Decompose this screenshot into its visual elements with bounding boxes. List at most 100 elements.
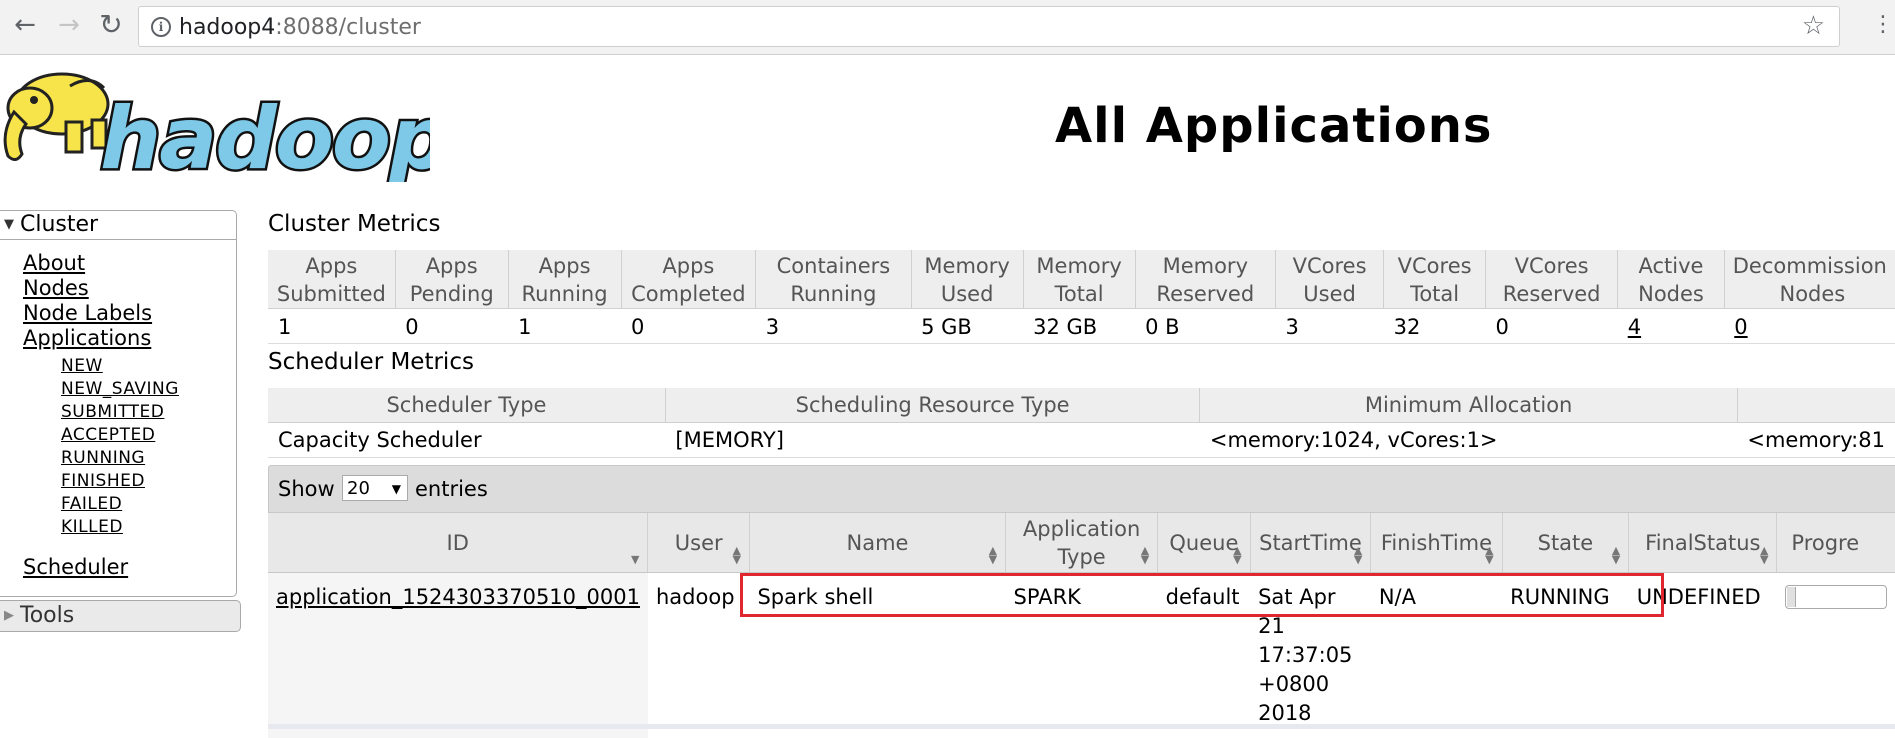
start-time-line: +0800 (1258, 672, 1329, 696)
state-cell: RUNNING (1502, 573, 1629, 738)
url-text[interactable]: hadoop4:8088/cluster (179, 15, 421, 40)
sidebar-state-killed[interactable]: KILLED (61, 517, 123, 537)
column-queue[interactable]: Queue▲▼ (1158, 513, 1250, 573)
metric-value: 32 GB (1023, 309, 1135, 344)
application-id-link[interactable]: application_1524303370510_0001 (276, 585, 640, 609)
column-final-status[interactable]: FinalStatus▲▼ (1629, 513, 1777, 573)
scheduler-metrics-table: Scheduler Type Scheduling Resource Type … (268, 388, 1895, 458)
metric-header: AppsRunning (508, 250, 621, 309)
bookmark-star-icon[interactable]: ☆ (1802, 11, 1825, 41)
applications-table: ID▼ User▲▼ Name▲▼ ApplicationType▲▼ Queu… (268, 513, 1895, 738)
metric-value: 0 B (1135, 309, 1275, 344)
start-time-line: Sat Apr (1258, 585, 1335, 609)
sort-icon: ▲▼ (1485, 546, 1493, 564)
start-time-cell: Sat Apr 21 17:37:05 +0800 2018 (1250, 573, 1371, 738)
browser-toolbar: ← → ↻ i hadoop4:8088/cluster ☆ ⋮ (0, 0, 1895, 55)
sort-icon: ▲▼ (1612, 546, 1620, 564)
url-path: :8088/cluster (275, 15, 421, 40)
applications-header-row: ID▼ User▲▼ Name▲▼ ApplicationType▲▼ Queu… (268, 513, 1895, 573)
sidebar-tools-header[interactable]: ▶Tools (0, 600, 241, 632)
metric-header: AppsSubmitted (268, 250, 395, 309)
column-application-type[interactable]: ApplicationType▲▼ (1006, 513, 1158, 573)
address-bar[interactable]: i hadoop4:8088/cluster ☆ (138, 6, 1840, 47)
column-start-time[interactable]: StartTime▲▼ (1250, 513, 1371, 573)
finish-time-cell: N/A (1371, 573, 1502, 738)
maximum-allocation-value: <memory:81 (1737, 423, 1895, 458)
application-type-cell: SPARK (1006, 573, 1158, 738)
scheduler-type-value: Capacity Scheduler (268, 423, 665, 458)
info-icon[interactable]: i (151, 17, 171, 37)
sidebar-link-nodes[interactable]: Nodes (23, 276, 89, 300)
minimum-allocation-value: <memory:1024, vCores:1> (1200, 423, 1738, 458)
metric-value: 3 (756, 309, 911, 344)
scheduler-header-row: Scheduler Type Scheduling Resource Type … (268, 388, 1895, 423)
metric-value: 3 (1275, 309, 1383, 344)
sidebar-link-about[interactable]: About (23, 251, 85, 275)
metric-header: ActiveNodes (1618, 250, 1725, 309)
column-user[interactable]: User▲▼ (648, 513, 749, 573)
sidebar-state-new[interactable]: NEW (61, 356, 103, 376)
logo-wordmark: hadoop (100, 89, 430, 182)
scheduler-value-row: Capacity Scheduler [MEMORY] <memory:1024… (268, 423, 1895, 458)
cluster-metrics-header-row: AppsSubmitted AppsPending AppsRunning Ap… (268, 250, 1895, 309)
show-label: Show (278, 466, 335, 512)
metric-header: VCoresUsed (1275, 250, 1383, 309)
sort-icon: ▲▼ (1760, 546, 1768, 564)
scheduler-type-header: Scheduler Type (268, 388, 665, 423)
expanded-triangle-icon: ▼ (4, 211, 14, 239)
chevron-down-icon: ▼ (392, 476, 401, 502)
back-arrow-icon[interactable]: ← (10, 10, 40, 40)
sidebar-state-failed[interactable]: FAILED (61, 494, 122, 514)
sidebar-cluster-panel: ▼Cluster About Nodes Node Labels Applica… (0, 210, 237, 597)
sidebar-state-running[interactable]: RUNNING (61, 448, 145, 468)
metric-header: Decommission Nodes (1724, 250, 1895, 309)
active-nodes-link[interactable]: 4 (1618, 309, 1725, 344)
column-progress[interactable]: Progre (1777, 513, 1895, 573)
progress-cell (1777, 573, 1895, 738)
applications-panel: Show 20▼ entries ID▼ User▲▼ Name▲▼ Appli… (268, 465, 1895, 729)
sidebar-state-finished[interactable]: FINISHED (61, 471, 145, 491)
metric-value: 0 (1486, 309, 1618, 344)
user-cell: hadoop (648, 573, 749, 738)
url-host: hadoop4 (179, 15, 275, 40)
column-finish-time[interactable]: FinishTime▲▼ (1371, 513, 1502, 573)
final-status-cell: UNDEFINED (1629, 573, 1777, 738)
cluster-metrics-table: AppsSubmitted AppsPending AppsRunning Ap… (268, 250, 1895, 344)
sidebar-state-accepted[interactable]: ACCEPTED (61, 425, 155, 445)
metric-header: MemoryUsed (911, 250, 1023, 309)
sort-icon: ▲▼ (1233, 546, 1241, 564)
name-cell: Spark shell (749, 573, 1005, 738)
hadoop-elephant-icon: hadoop (0, 64, 430, 182)
start-time-line: 17:37:05 (1258, 643, 1352, 667)
maximum-allocation-header (1737, 388, 1895, 423)
sort-icon: ▲▼ (989, 546, 997, 564)
metric-header: MemoryReserved (1135, 250, 1275, 309)
cluster-metrics-value-row: 1 0 1 0 3 5 GB 32 GB 0 B 3 32 0 4 0 (268, 309, 1895, 344)
sidebar-cluster-header[interactable]: ▼Cluster (0, 211, 236, 240)
metric-header: VCoresTotal (1384, 250, 1486, 309)
column-name[interactable]: Name▲▼ (749, 513, 1005, 573)
sidebar-state-submitted[interactable]: SUBMITTED (61, 402, 164, 422)
forward-arrow-icon[interactable]: → (54, 10, 84, 40)
table-bottom-strip (268, 724, 1895, 729)
reload-icon[interactable]: ↻ (96, 10, 126, 40)
column-state[interactable]: State▲▼ (1502, 513, 1629, 573)
sidebar-state-new-saving[interactable]: NEW_SAVING (61, 379, 179, 399)
browser-menu-icon[interactable]: ⋮ (1872, 12, 1892, 40)
sidebar-cluster-label: Cluster (20, 212, 98, 237)
metric-header: MemoryTotal (1023, 250, 1135, 309)
hadoop-logo[interactable]: hadoop (0, 64, 430, 182)
decommissioned-nodes-link[interactable]: 0 (1724, 309, 1895, 344)
entries-length-bar: Show 20▼ entries (268, 465, 1895, 513)
sidebar-link-applications[interactable]: Applications (23, 326, 151, 350)
sidebar-link-scheduler[interactable]: Scheduler (23, 555, 128, 579)
metric-value: 0 (621, 309, 756, 344)
metric-value: 1 (508, 309, 621, 344)
metric-header: ContainersRunning (756, 250, 911, 309)
cluster-metrics-title: Cluster Metrics (268, 211, 440, 237)
entries-select[interactable]: 20▼ (342, 475, 408, 501)
metric-header: AppsCompleted (621, 250, 756, 309)
column-id[interactable]: ID▼ (268, 513, 648, 573)
sidebar-link-node-labels[interactable]: Node Labels (23, 301, 152, 325)
start-time-line: 2018 (1258, 701, 1311, 725)
